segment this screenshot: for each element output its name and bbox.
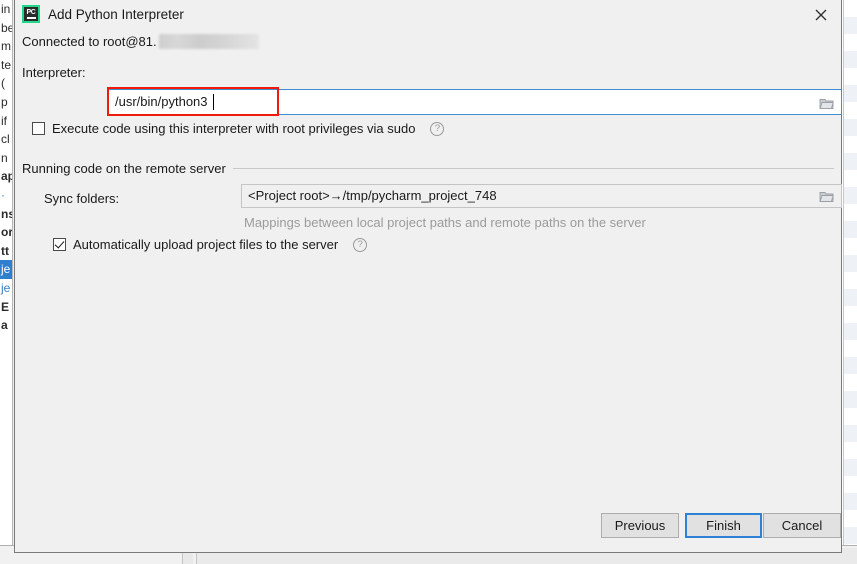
dialog-content: Connected to root@81. Interpreter: /usr/… (15, 31, 842, 503)
ide-text-fragment: je (1, 280, 11, 295)
dialog-footer: Previous Finish Cancel (15, 502, 841, 552)
ide-text-fragment: m (1, 39, 11, 54)
ide-text-fragment: E (1, 299, 10, 314)
help-icon[interactable]: ? (353, 237, 368, 252)
help-icon[interactable]: ? (430, 121, 445, 136)
previous-button[interactable]: Previous (601, 513, 679, 538)
ide-text-fragment: ap (1, 169, 12, 184)
ide-editor-strip: in be m te ( p if cl n ap · ns or tt je je Ea (0, 0, 12, 545)
ide-text-fragment: or (1, 225, 12, 240)
sudo-checkbox[interactable] (32, 122, 45, 135)
ide-text-fragment: ns (1, 206, 12, 221)
sync-folders-value: <Project root>→/tmp/pycharm_project_748 (248, 188, 497, 203)
pycharm-icon: PC (22, 5, 40, 23)
folder-icon[interactable] (815, 94, 837, 112)
ide-text-fragment: in (1, 2, 11, 16)
connection-status: Connected to root@81. (22, 34, 259, 49)
sync-folders-hint: Mappings between local project paths and… (244, 215, 646, 230)
auto-upload-checkbox-label: Automatically upload project files to th… (73, 237, 339, 252)
ide-text-fragment: a (1, 318, 8, 333)
ide-text-fragment: je (0, 260, 12, 279)
auto-upload-checkbox[interactable] (53, 238, 66, 251)
close-icon[interactable] (807, 2, 835, 28)
connection-status-text: Connected to root@81. (22, 34, 157, 49)
ide-text-fragment: · (1, 187, 5, 202)
ide-text-fragment: if (1, 113, 7, 128)
sync-folders-input[interactable]: <Project root>→/tmp/pycharm_project_748 (241, 184, 842, 208)
ide-text-fragment: ( (1, 76, 5, 91)
remote-section-title: Running code on the remote server (22, 161, 226, 176)
interpreter-label: Interpreter: (22, 65, 86, 80)
ide-text-fragment: n (1, 150, 8, 165)
finish-button[interactable]: Finish (685, 513, 762, 538)
dialog-title: Add Python Interpreter (48, 7, 184, 22)
ide-background-table (843, 0, 857, 545)
add-python-interpreter-dialog: PC Add Python Interpreter Connected to r… (14, 0, 842, 553)
ide-text-fragment: be (1, 20, 12, 35)
ide-text-fragment: cl (1, 132, 10, 147)
remote-section-header: Running code on the remote server (22, 161, 834, 176)
sudo-checkbox-row[interactable]: Execute code using this interpreter with… (32, 121, 445, 136)
ide-text-fragment: tt (1, 243, 9, 258)
dialog-titlebar: PC Add Python Interpreter (15, 0, 841, 31)
text-caret (213, 94, 214, 110)
ide-text-fragment: p (1, 94, 8, 109)
section-divider (232, 168, 834, 169)
ide-text-fragment: te (1, 57, 12, 72)
sudo-checkbox-label: Execute code using this interpreter with… (52, 121, 416, 136)
redacted-host (158, 34, 259, 49)
interpreter-input[interactable]: /usr/bin/python3 (108, 89, 842, 115)
cancel-button[interactable]: Cancel (763, 513, 841, 538)
folder-icon[interactable] (815, 188, 837, 205)
interpreter-input-value: /usr/bin/python3 (115, 94, 208, 109)
auto-upload-checkbox-row[interactable]: Automatically upload project files to th… (53, 237, 368, 252)
sync-folders-label: Sync folders: (44, 191, 120, 206)
